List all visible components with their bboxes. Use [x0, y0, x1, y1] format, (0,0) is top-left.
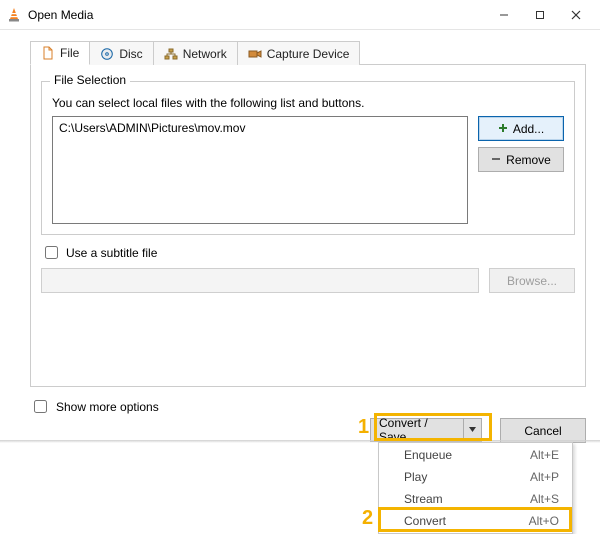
subtitle-checkbox[interactable]	[45, 246, 58, 259]
add-button-label: Add...	[513, 122, 544, 136]
show-more-label: Show more options	[56, 400, 159, 414]
subtitle-checkbox-label: Use a subtitle file	[66, 246, 157, 260]
menu-label: Convert	[404, 514, 446, 528]
plus-icon	[498, 122, 508, 136]
minus-icon	[491, 153, 501, 167]
tab-network-label: Network	[183, 47, 227, 61]
app-icon	[6, 7, 22, 23]
maximize-button[interactable]	[522, 0, 558, 29]
menu-label: Stream	[404, 492, 443, 506]
menu-shortcut: Alt+S	[530, 492, 559, 506]
menu-label: Play	[404, 470, 427, 484]
menu-item-play[interactable]: Play Alt+P	[380, 466, 571, 488]
menu-label: Enqueue	[404, 448, 452, 462]
show-more-checkbox[interactable]	[34, 400, 47, 413]
chevron-down-icon	[468, 423, 477, 437]
subtitle-browse-button: Browse...	[489, 268, 575, 293]
file-selection-label: File Selection	[50, 73, 130, 87]
convert-save-label[interactable]: Convert / Save	[371, 419, 463, 441]
tab-panel-file: File Selection You can select local file…	[30, 65, 586, 387]
remove-button[interactable]: Remove	[478, 147, 564, 172]
convert-save-dropdown[interactable]	[463, 419, 481, 441]
disc-icon	[100, 47, 114, 61]
file-icon	[41, 46, 55, 60]
titlebar: Open Media	[0, 0, 600, 30]
menu-item-enqueue[interactable]: Enqueue Alt+E	[380, 444, 571, 466]
tab-file-label: File	[60, 46, 79, 60]
tab-capture-label: Capture Device	[267, 47, 350, 61]
convert-save-menu: Enqueue Alt+E Play Alt+P Stream Alt+S Co…	[378, 442, 573, 534]
tab-file[interactable]: File	[30, 41, 90, 65]
menu-item-convert[interactable]: Convert Alt+O	[380, 510, 571, 532]
add-button[interactable]: Add...	[478, 116, 564, 141]
tab-disc[interactable]: Disc	[89, 41, 153, 65]
capture-icon	[248, 47, 262, 61]
remove-button-label: Remove	[506, 153, 551, 167]
file-selection-group: File Selection You can select local file…	[41, 81, 575, 235]
window-controls	[486, 0, 594, 29]
subtitle-path-input	[41, 268, 479, 293]
menu-shortcut: Alt+E	[530, 448, 559, 462]
menu-item-stream[interactable]: Stream Alt+S	[380, 488, 571, 510]
file-list-item[interactable]: C:\Users\ADMIN\Pictures\mov.mov	[59, 121, 461, 135]
file-selection-help: You can select local files with the foll…	[52, 96, 564, 110]
annotation-number-2: 2	[362, 507, 373, 530]
tab-capture[interactable]: Capture Device	[237, 41, 361, 65]
file-list[interactable]: C:\Users\ADMIN\Pictures\mov.mov	[52, 116, 468, 224]
tab-network[interactable]: Network	[153, 41, 238, 65]
close-button[interactable]	[558, 0, 594, 29]
menu-shortcut: Alt+P	[530, 470, 559, 484]
minimize-button[interactable]	[486, 0, 522, 29]
cancel-button-label: Cancel	[524, 424, 561, 438]
tab-disc-label: Disc	[119, 47, 142, 61]
tabstrip: File Disc Network Capture Device	[30, 40, 586, 65]
network-icon	[164, 47, 178, 61]
convert-save-button[interactable]: Convert / Save	[370, 418, 482, 442]
menu-shortcut: Alt+O	[529, 514, 559, 528]
window-title: Open Media	[28, 8, 486, 22]
subtitle-browse-label: Browse...	[507, 274, 557, 288]
